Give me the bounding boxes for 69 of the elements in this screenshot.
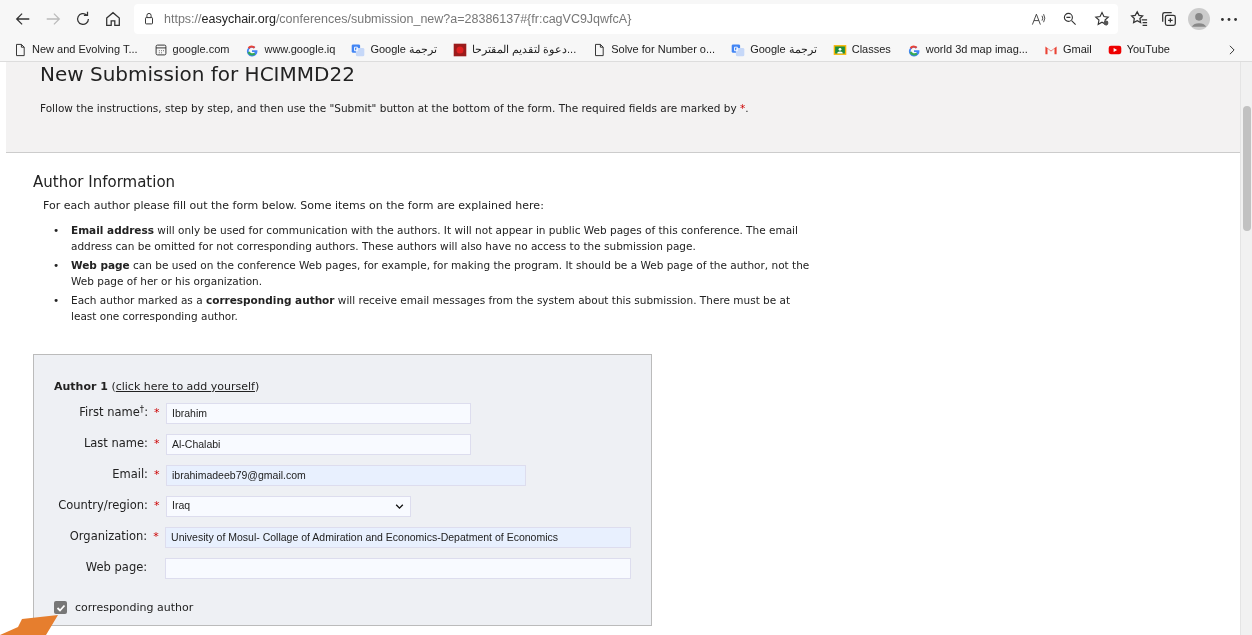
bullet-marker: • (53, 258, 61, 273)
bookmark-link[interactable]: world 3d map imag... (901, 41, 1033, 58)
pattern-icon (452, 42, 467, 57)
lock-icon (142, 12, 156, 26)
paren-text: ) (254, 380, 260, 393)
bullet-text: Email address will only be used for communication with the authors. It will not appear in public Web pages of this conference. The email address can be omitted for not corresponding authors. These authors will also have no access to the submission page. (71, 223, 799, 254)
url-text: https://easychair.org/conferences/submission_new?a=28386137#{fr:cagVC9JqwfcA} (164, 10, 633, 28)
page-icon (592, 42, 607, 57)
section-heading: Author Information (33, 172, 177, 193)
bookmark-link[interactable]: دعوة لتقديم المقترحا... (447, 41, 582, 58)
collections-icon (1160, 10, 1178, 28)
field-label: First name$^{†}$: (78, 404, 149, 422)
input-field[interactable]: ibrahimadeeb79@gmail.com (166, 464, 526, 486)
required-mark: * (153, 528, 160, 545)
star-add-icon[interactable] (1094, 11, 1110, 27)
required-mark: * (154, 435, 161, 452)
classroom-icon (832, 42, 847, 57)
forward-arrow-icon (44, 10, 62, 28)
field-label: Web page: (84, 559, 149, 577)
input-field[interactable] (165, 557, 631, 579)
instructions-text: Follow the instructions, step by step, and then use the "Submit" button at the bottom of the form. The required fields are marked by *. (40, 100, 750, 116)
scrollbar[interactable] (1240, 62, 1252, 635)
author-title: Author 1 (54, 380, 108, 393)
field-label: Last name: (82, 435, 149, 453)
add-yourself-link[interactable]: click here to add yourself (115, 380, 255, 393)
paren-text: ( (111, 380, 116, 393)
translate-icon (351, 42, 366, 57)
home-icon (104, 10, 122, 28)
bookmark-link[interactable]: www.google.iq (240, 41, 341, 58)
bookmark-link[interactable]: google.com (148, 41, 235, 58)
arrow-drawing (0, 615, 60, 635)
input-field[interactable]: Al-Chalabi (166, 433, 471, 455)
back-arrow-icon (14, 10, 32, 28)
bookmark-link[interactable]: YouTube (1102, 41, 1175, 58)
page-title: New Submission for HCIMMD22 (40, 62, 355, 86)
reload-icon (74, 10, 92, 28)
field-label: Organization: (68, 528, 149, 546)
read-aloud-icon[interactable] (1030, 11, 1046, 27)
input-field[interactable]: Univesity of Mosul- Collage of Admiration and Economics-Depatment of Economics (165, 526, 631, 548)
bullet-marker: • (53, 293, 61, 308)
more-icon[interactable] (1221, 17, 1237, 21)
bullet-marker: • (53, 223, 61, 238)
scrollbar-thumb[interactable] (1242, 106, 1251, 231)
checkbox[interactable] (54, 601, 67, 615)
field-label: Country/region: (57, 497, 149, 515)
page-icon (13, 42, 27, 57)
bookmark-link[interactable]: Solve for Number o... (587, 41, 721, 58)
checkbox-label: corresponding author (75, 599, 194, 616)
bookmark-link[interactable]: Classes (827, 41, 896, 58)
field-label: Email: (111, 466, 149, 484)
bullet-text: Web page can be used on the conference Web pages, for example, for making the program. It should be a Web page of the author, not the Web page of her or his organization. (71, 258, 811, 289)
input-field[interactable]: Ibrahim (166, 402, 471, 424)
translate-icon (731, 42, 746, 57)
calendar-icon (153, 42, 168, 57)
bullet-text: Each author marked as a corresponding author will receive email messages from the system about this submission. There must be at least one corresponding author. (71, 293, 792, 324)
address-bar[interactable]: https://easychair.org/conferences/submission_new?a=28386137#{fr:cagVC9JqwfcA} (134, 4, 1118, 34)
required-mark: * (154, 497, 161, 514)
country-dropdown[interactable]: Iraq (166, 495, 411, 517)
required-mark: * (154, 404, 161, 421)
bookmark-link[interactable]: Google ترجمة (726, 41, 822, 58)
required-mark: * (154, 466, 161, 483)
star-list-icon (1130, 10, 1148, 28)
intro-text: For each author please fill out the form below. Some items on the form are explained here: (43, 197, 545, 214)
bookmark-link[interactable]: Gmail (1038, 41, 1097, 58)
zoom-out-icon[interactable] (1062, 11, 1078, 27)
checkmark-icon (55, 602, 66, 613)
bookmark-link[interactable]: New and Evolving T... (8, 41, 143, 58)
bookmark-link[interactable]: Google ترجمة (346, 41, 442, 58)
avatar-icon (1188, 8, 1210, 30)
